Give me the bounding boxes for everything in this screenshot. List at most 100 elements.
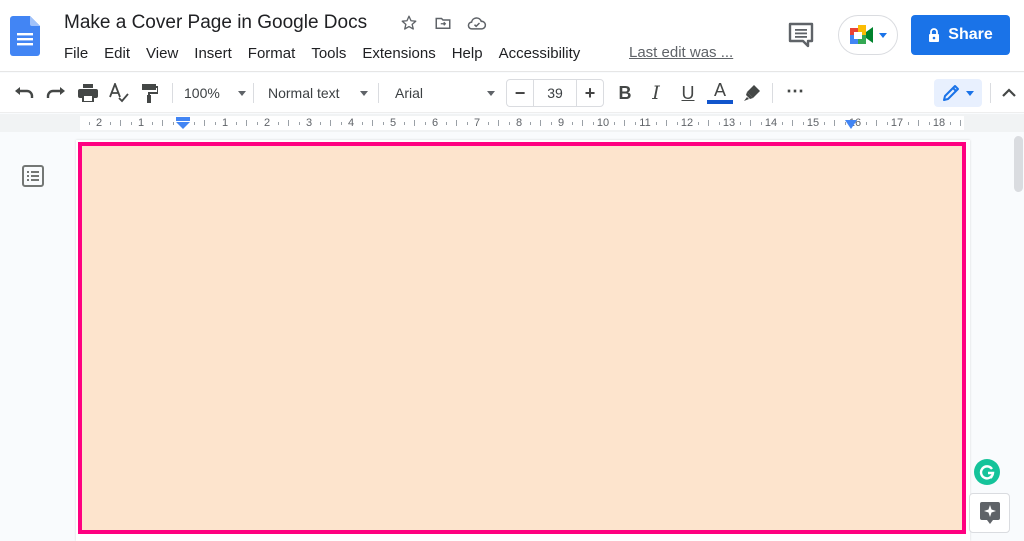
- ruler-minor-tick: [614, 122, 615, 125]
- ruler-tick: [288, 120, 289, 126]
- bold-button[interactable]: B: [613, 81, 637, 105]
- menu-help[interactable]: Help: [444, 44, 491, 64]
- move-to-folder-icon[interactable]: [432, 12, 454, 34]
- underline-button[interactable]: U: [676, 81, 700, 105]
- comment-history-icon[interactable]: [787, 22, 815, 48]
- ruler-minor-tick: [236, 122, 237, 125]
- ruler-minor-tick: [698, 122, 699, 125]
- paragraph-style-value: Normal text: [268, 85, 340, 101]
- menu-extensions[interactable]: Extensions: [354, 44, 443, 64]
- highlight-color-icon[interactable]: [740, 81, 764, 105]
- left-indent-marker-icon[interactable]: [176, 117, 190, 129]
- ruler-minor-tick: [425, 122, 426, 125]
- ruler-tick: [624, 120, 625, 126]
- divider: [772, 83, 773, 103]
- ruler-minor-tick: [467, 122, 468, 125]
- menu-accessibility[interactable]: Accessibility: [491, 44, 589, 64]
- font-family-select[interactable]: Arial: [395, 81, 495, 105]
- menu-edit[interactable]: Edit: [96, 44, 138, 64]
- cover-page-rectangle[interactable]: [78, 142, 966, 534]
- share-button[interactable]: Share: [911, 15, 1010, 55]
- italic-button[interactable]: I: [644, 81, 668, 105]
- font-family-value: Arial: [395, 85, 424, 101]
- ruler-label: 14: [764, 117, 778, 129]
- ruler-label: 18: [932, 117, 946, 129]
- ruler-label: 6: [431, 117, 439, 129]
- grammarly-icon[interactable]: [974, 459, 1000, 485]
- chevron-down-icon: [879, 32, 887, 38]
- ruler-minor-tick: [383, 122, 384, 125]
- menu-format[interactable]: Format: [240, 44, 304, 64]
- menu-insert[interactable]: Insert: [186, 44, 240, 64]
- more-options-button[interactable]: ⋯: [783, 79, 807, 103]
- vertical-scrollbar[interactable]: [1014, 136, 1023, 192]
- ruler-minor-tick: [404, 122, 405, 125]
- document-outline-icon[interactable]: [22, 165, 44, 187]
- cloud-saved-icon[interactable]: [466, 12, 488, 34]
- editing-mode-button[interactable]: [934, 79, 982, 107]
- ruler-label: 2: [263, 117, 271, 129]
- ruler-tick: [918, 120, 919, 126]
- ruler-tick: [372, 120, 373, 126]
- ruler-minor-tick: [110, 122, 111, 125]
- collapse-menus-icon[interactable]: [998, 81, 1020, 105]
- last-edit-link[interactable]: Last edit was ...: [629, 44, 733, 61]
- ruler-label: 7: [473, 117, 481, 129]
- ruler-minor-tick: [194, 122, 195, 125]
- menu-file[interactable]: File: [56, 44, 96, 64]
- menu-bar: File Edit View Insert Format Tools Exten…: [56, 44, 588, 64]
- decrease-font-size-button[interactable]: −: [507, 80, 533, 106]
- divider: [378, 83, 379, 103]
- ruler-tick: [414, 120, 415, 126]
- ruler-minor-tick: [341, 122, 342, 125]
- font-size-input[interactable]: 39: [533, 80, 577, 106]
- ruler-minor-tick: [257, 122, 258, 125]
- paint-format-icon[interactable]: [138, 81, 162, 105]
- ruler-tick: [120, 120, 121, 126]
- chevron-down-icon: [360, 90, 368, 96]
- ruler-label: 2: [95, 117, 103, 129]
- ruler-minor-tick: [908, 122, 909, 125]
- ruler-tick: [750, 120, 751, 126]
- ruler-minor-tick: [551, 122, 552, 125]
- chevron-down-icon: [966, 90, 974, 96]
- ruler-minor-tick: [299, 122, 300, 125]
- pencil-icon: [943, 85, 959, 101]
- redo-icon[interactable]: [44, 81, 68, 105]
- ruler-minor-tick: [446, 122, 447, 125]
- increase-font-size-button[interactable]: +: [577, 80, 603, 106]
- text-color-button[interactable]: A: [706, 79, 734, 105]
- ruler-minor-tick: [635, 122, 636, 125]
- ruler-minor-tick: [824, 122, 825, 125]
- ruler-minor-tick: [656, 122, 657, 125]
- zoom-select[interactable]: 100%: [184, 81, 246, 105]
- google-meet-button[interactable]: [838, 15, 898, 55]
- right-indent-marker-icon[interactable]: [845, 120, 857, 129]
- paragraph-style-select[interactable]: Normal text: [268, 81, 368, 105]
- ruler-tick: [456, 120, 457, 126]
- document-title[interactable]: Make a Cover Page in Google Docs: [64, 12, 367, 34]
- lock-icon: [929, 28, 940, 42]
- ruler-minor-tick: [320, 122, 321, 125]
- ruler-minor-tick: [929, 122, 930, 125]
- undo-icon[interactable]: [12, 81, 36, 105]
- ruler-minor-tick: [278, 122, 279, 125]
- menu-view[interactable]: View: [138, 44, 186, 64]
- ruler-tick: [792, 120, 793, 126]
- google-docs-logo-icon[interactable]: [10, 16, 40, 56]
- ruler-minor-tick: [89, 122, 90, 125]
- font-size-stepper: − 39 +: [506, 79, 604, 107]
- ruler-tick: [876, 120, 877, 126]
- menu-tools[interactable]: Tools: [303, 44, 354, 64]
- ruler-label: 4: [347, 117, 355, 129]
- ruler-minor-tick: [866, 122, 867, 125]
- print-icon[interactable]: [76, 81, 100, 105]
- explore-assist-button[interactable]: [969, 493, 1010, 533]
- star-icon[interactable]: [398, 12, 420, 34]
- ruler-minor-tick: [362, 122, 363, 125]
- ruler-label: 13: [722, 117, 736, 129]
- ruler-minor-tick: [131, 122, 132, 125]
- ruler-minor-tick: [530, 122, 531, 125]
- spellcheck-icon[interactable]: [107, 81, 131, 105]
- ruler-minor-tick: [803, 122, 804, 125]
